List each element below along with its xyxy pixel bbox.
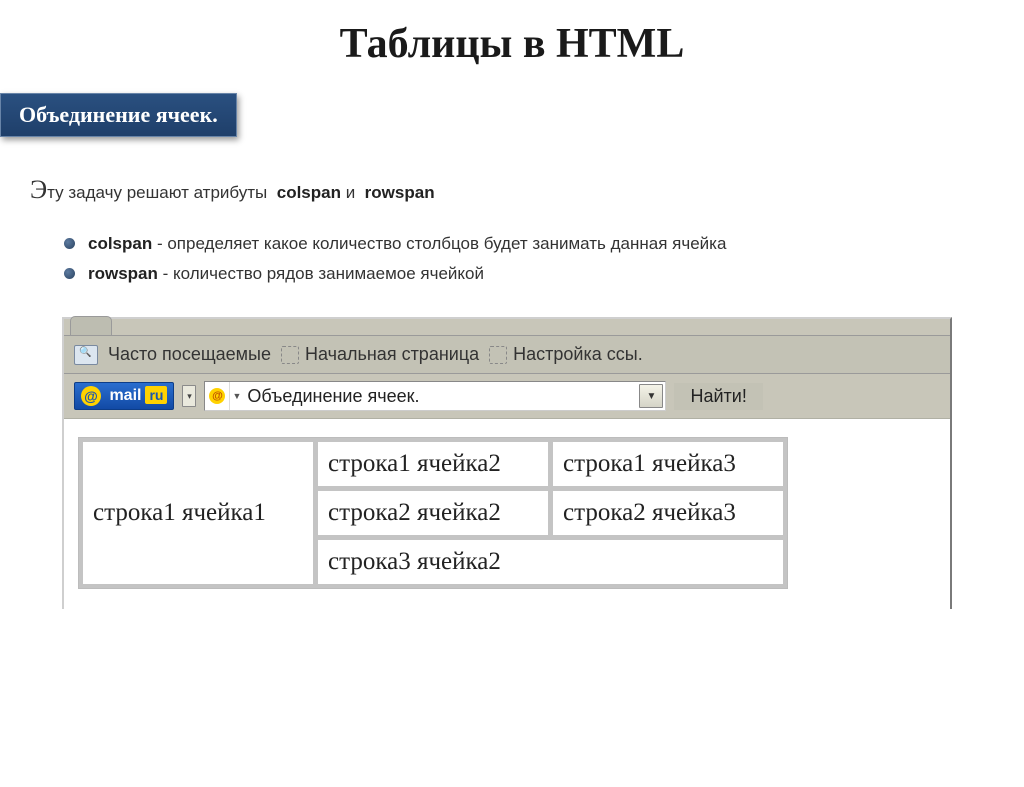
intro-kw-rowspan: rowspan xyxy=(365,183,435,202)
table-cell: строка2 ячейка2 xyxy=(317,490,549,536)
bullet-kw: rowspan xyxy=(88,264,158,283)
bookmark-item[interactable]: Настройка ссы. xyxy=(489,344,643,365)
bullet-desc: - количество рядов занимаемое ячейкой xyxy=(158,264,484,283)
page-icon xyxy=(281,346,299,364)
page-content: строка1 ячейка1 строка1 ячейка2 строка1 … xyxy=(64,419,950,609)
chevron-down-icon[interactable]: ▼ xyxy=(230,391,241,401)
page-icon xyxy=(489,346,507,364)
tab-strip xyxy=(64,319,950,336)
bookmark-label: Часто посещаемые xyxy=(108,344,271,365)
folder-icon[interactable] xyxy=(74,345,98,365)
list-item: rowspan - количество рядов занимаемое яч… xyxy=(64,259,994,289)
list-item: colspan - определяет какое количество ст… xyxy=(64,229,994,259)
mailru-ru: ru xyxy=(145,386,167,404)
search-toolbar: @ mailru ▾ @ ▼ ▼ Найти! xyxy=(64,374,950,419)
bookmark-label: Начальная страница xyxy=(305,344,479,365)
provider-dropdown[interactable]: ▾ xyxy=(182,385,196,407)
bullet-desc: - определяет какое количество столбцов б… xyxy=(152,234,726,253)
intro-kw-colspan: colspan xyxy=(277,183,341,202)
search-input[interactable] xyxy=(241,386,639,407)
find-button[interactable]: Найти! xyxy=(674,383,762,410)
table-cell: строка3 ячейка2 xyxy=(317,539,784,585)
table-cell: строка1 ячейка1 xyxy=(82,441,314,585)
intro-text: Эту задачу решают атрибуты colspan и row… xyxy=(30,175,994,205)
subtitle-badge: Объединение ячеек. xyxy=(0,93,237,137)
browser-mock: Часто посещаемые Начальная страница Наст… xyxy=(62,317,952,609)
table-cell: строка1 ячейка3 xyxy=(552,441,784,487)
table-cell: строка1 ячейка2 xyxy=(317,441,549,487)
mailru-mail: mail xyxy=(105,387,145,404)
demo-table: строка1 ячейка1 строка1 ячейка2 строка1 … xyxy=(78,437,788,589)
bookmark-label: Настройка ссы. xyxy=(513,344,643,365)
bullet-list: colspan - определяет какое количество ст… xyxy=(64,229,994,289)
mailru-logo[interactable]: @ mailru xyxy=(74,382,174,410)
intro-conj: и xyxy=(341,183,360,202)
bookmarks-bar: Часто посещаемые Начальная страница Наст… xyxy=(64,336,950,374)
bullet-kw: colspan xyxy=(88,234,152,253)
slide-title: Таблицы в HTML xyxy=(0,20,1024,68)
search-input-wrap: @ ▼ ▼ xyxy=(204,381,666,411)
intro-dropcap: Э xyxy=(30,175,47,204)
intro-rest: ту задачу решают атрибуты xyxy=(47,183,267,202)
tab-stub[interactable] xyxy=(70,316,112,335)
bookmark-item[interactable]: Начальная страница xyxy=(281,344,479,365)
at-icon: @ xyxy=(81,386,101,406)
table-cell: строка2 ячейка3 xyxy=(552,490,784,536)
history-dropdown[interactable]: ▼ xyxy=(639,384,663,408)
search-engine-icon[interactable]: @ xyxy=(205,382,230,410)
bookmark-item[interactable]: Часто посещаемые xyxy=(108,344,271,365)
